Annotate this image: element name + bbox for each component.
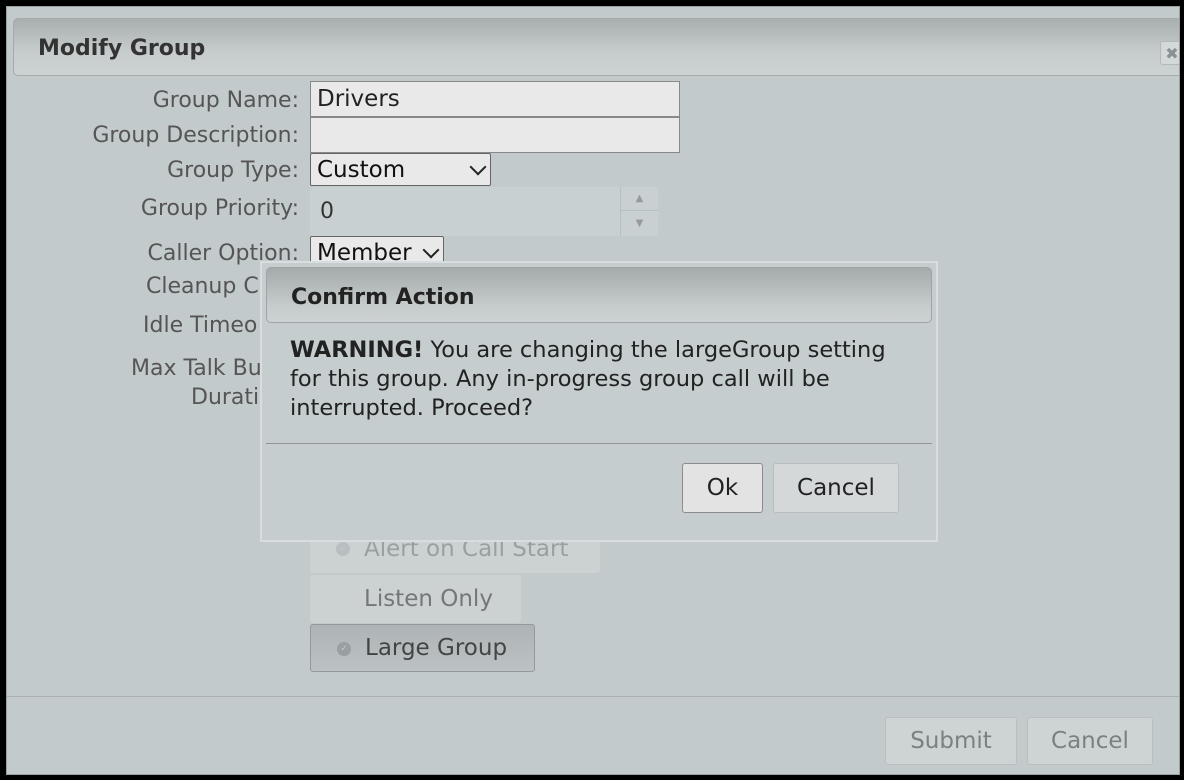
close-icon[interactable]: ✖ (1160, 41, 1179, 65)
dialog-title: Modify Group (38, 36, 206, 61)
listen-only-label: Listen Only (364, 586, 493, 612)
ok-button[interactable]: Ok (682, 463, 763, 513)
group-type-value: Custom (317, 156, 406, 183)
chevron-down-icon (422, 241, 440, 258)
caret-up-icon[interactable]: ▲ (621, 187, 658, 211)
submit-button[interactable]: Submit (885, 717, 1017, 765)
modal-title: Confirm Action (291, 285, 475, 310)
confirm-action-modal: Confirm Action WARNING! You are changing… (260, 261, 938, 542)
spinner-buttons: ▲ ▼ (620, 187, 658, 236)
group-priority-spinner[interactable]: 0 ▲ ▼ (310, 187, 658, 236)
dialog-header: Modify Group ✖ (13, 18, 1179, 76)
group-name-label: Group Name: (152, 88, 299, 113)
max-talk-label-line1: Max Talk Bu (131, 356, 262, 381)
warning-label: WARNING! (290, 337, 424, 363)
chevron-down-icon (469, 158, 487, 175)
max-talk-label-line2: Durati (191, 385, 260, 410)
listen-only-toggle[interactable]: Listen Only (310, 575, 521, 623)
group-description-input[interactable] (310, 117, 680, 153)
check-circle-icon: ✓ (337, 642, 351, 656)
caret-down-icon[interactable]: ▼ (621, 211, 658, 235)
group-type-label: Group Type: (167, 158, 299, 183)
check-circle-icon: ✓ (336, 542, 350, 556)
large-group-toggle[interactable]: ✓ Large Group (310, 624, 535, 672)
group-type-select[interactable]: Custom (310, 153, 491, 186)
idle-timeout-label: Idle Timeo (143, 313, 258, 338)
modal-divider (266, 443, 932, 444)
group-description-label: Group Description: (92, 123, 299, 148)
large-group-label: Large Group (365, 635, 508, 661)
footer-divider (7, 696, 1179, 697)
modal-header: Confirm Action (266, 267, 932, 323)
modal-cancel-button[interactable]: Cancel (773, 463, 899, 513)
cleanup-label: Cleanup C (146, 274, 259, 299)
group-priority-label: Group Priority: (140, 196, 299, 221)
cancel-button[interactable]: Cancel (1027, 717, 1153, 765)
group-name-input[interactable] (310, 81, 680, 117)
group-priority-value: 0 (320, 199, 334, 224)
modal-message: WARNING! You are changing the largeGroup… (290, 336, 910, 423)
